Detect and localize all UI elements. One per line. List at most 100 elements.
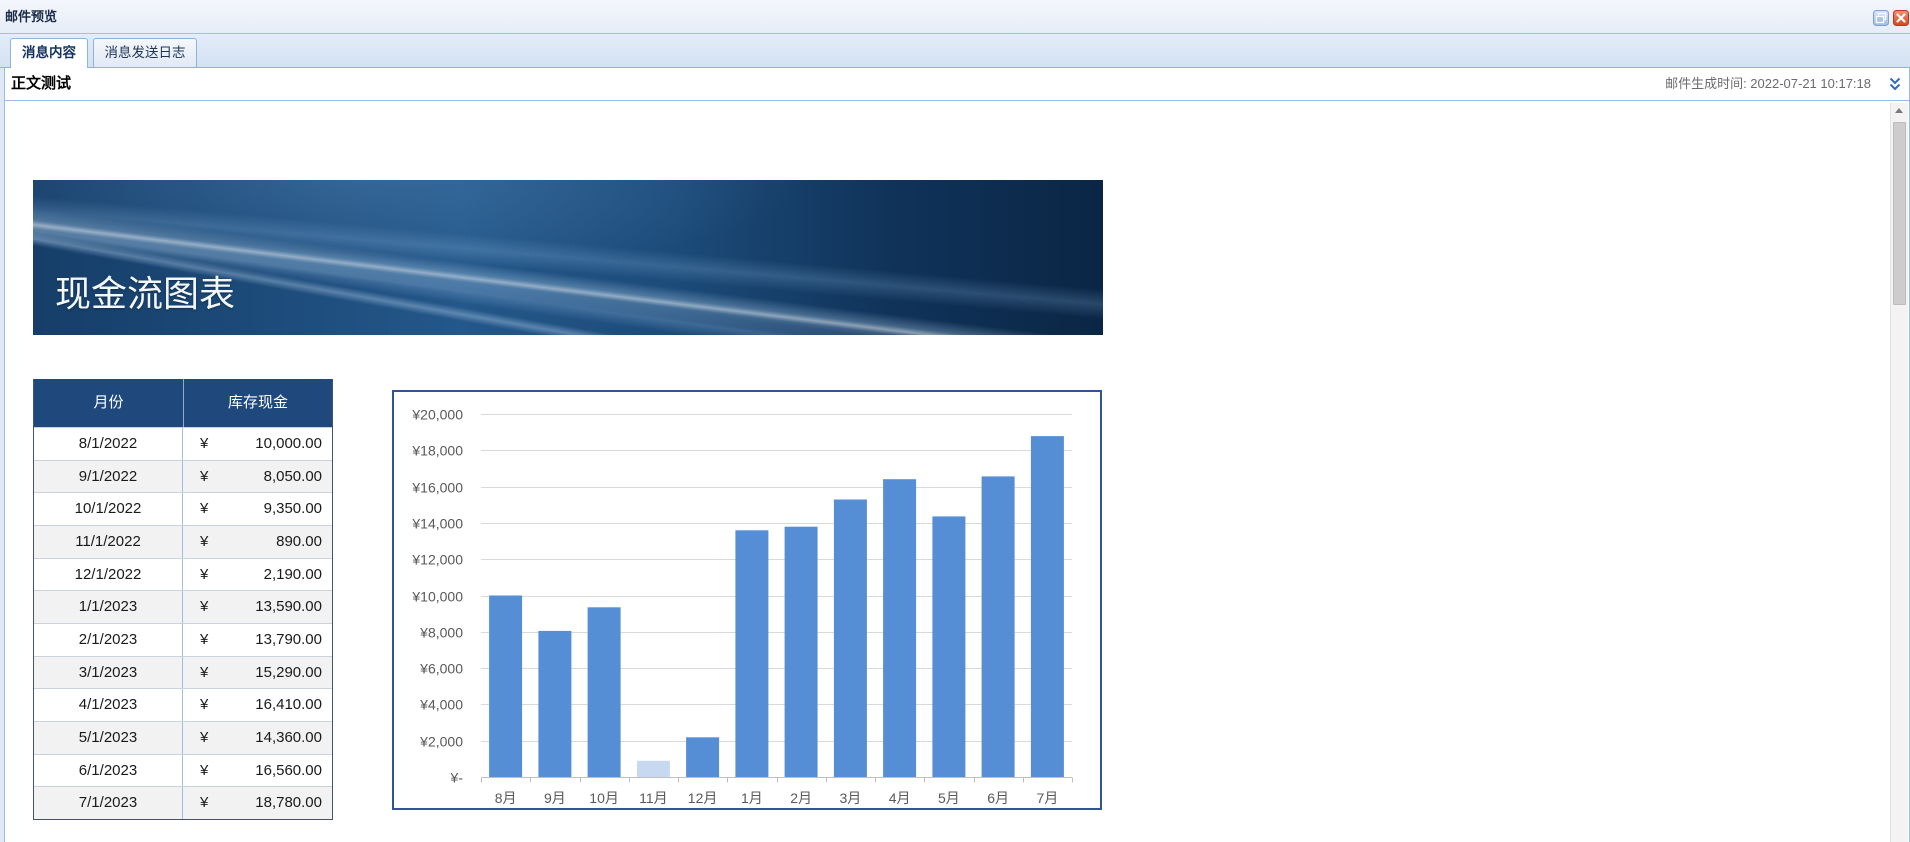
cash-amount: 8,050.00 xyxy=(263,467,322,485)
cash-flow-chart: ¥- ¥2,000 ¥4,000 ¥6,000 ¥8,000 ¥10,000 ¥12,000… xyxy=(392,390,1102,810)
tab-message-send-log[interactable]: 消息发送日志 xyxy=(93,38,197,67)
currency-symbol: ¥ xyxy=(200,598,209,616)
month-cell: 10/1/2022 xyxy=(34,493,183,525)
cash-amount: 13,590.00 xyxy=(255,598,322,616)
table-header-cash: 库存现金 xyxy=(183,379,332,427)
table-row: 4/1/2023 ¥16,410.00 xyxy=(34,688,332,721)
x-tick-label: 8月 xyxy=(495,790,517,806)
window-title-bar: 邮件预览 xyxy=(0,0,1910,34)
window-title: 邮件预览 xyxy=(5,9,58,24)
month-cell: 6/1/2023 xyxy=(34,754,183,787)
currency-symbol: ¥ xyxy=(200,435,209,452)
table-row: 8/1/2022 ¥10,000.00 xyxy=(34,427,332,460)
table-row: 5/1/2023 ¥14,360.00 xyxy=(34,720,332,754)
message-subject: 正文测试 xyxy=(11,75,72,92)
cash-cell: ¥9,350.00 xyxy=(183,493,332,525)
cash-bar xyxy=(636,760,670,777)
scroll-up-arrow-icon[interactable] xyxy=(1891,103,1908,119)
cash-bar xyxy=(538,630,572,777)
table-row: 11/1/2022 ¥890.00 xyxy=(34,524,332,558)
y-tick-label: ¥10,000 xyxy=(411,589,463,605)
message-panel: 正文测试 邮件生成时间: 2022-07-21 10:17:18 现金流图表 月… xyxy=(4,68,1910,842)
report-banner: 现金流图表 xyxy=(33,180,1103,335)
double-chevron-down-icon[interactable] xyxy=(1889,77,1901,91)
y-tick-label: ¥6,000 xyxy=(419,661,463,677)
currency-symbol: ¥ xyxy=(200,794,209,812)
message-body: 现金流图表 月份 库存现金 8/1/2022 ¥10,000.00 9/1/20… xyxy=(5,101,1909,842)
currency-symbol: ¥ xyxy=(200,728,209,746)
y-tick-label: ¥18,000 xyxy=(411,443,463,459)
x-tick-label: 7月 xyxy=(1037,790,1059,806)
close-icon[interactable] xyxy=(1893,10,1909,26)
cash-amount: 14,360.00 xyxy=(255,728,322,746)
x-tick-label: 1月 xyxy=(741,790,763,806)
month-cell: 5/1/2023 xyxy=(34,721,183,754)
currency-symbol: ¥ xyxy=(200,467,209,485)
cash-amount: 16,410.00 xyxy=(255,696,322,714)
currency-symbol: ¥ xyxy=(200,663,209,681)
cash-amount: 15,290.00 xyxy=(255,663,322,681)
cash-bar xyxy=(883,479,917,777)
table-row: 12/1/2022 ¥2,190.00 xyxy=(34,557,332,591)
cash-amount: 18,780.00 xyxy=(255,794,322,812)
table-row: 3/1/2023 ¥15,290.00 xyxy=(34,655,332,689)
scrollbar-thumb[interactable] xyxy=(1893,122,1906,305)
cash-amount: 890.00 xyxy=(276,532,322,550)
cash-cell: ¥16,410.00 xyxy=(183,689,332,721)
cash-cell: ¥18,780.00 xyxy=(183,787,332,819)
table-row: 7/1/2023 ¥18,780.00 xyxy=(34,786,332,819)
y-tick-label: ¥14,000 xyxy=(411,516,463,532)
month-cell: 3/1/2023 xyxy=(34,656,183,689)
cash-bar xyxy=(587,607,621,777)
x-tick-label: 10月 xyxy=(589,790,619,806)
tab-strip: 消息内容 消息发送日志 xyxy=(0,34,1910,68)
x-tick-label: 5月 xyxy=(938,790,960,806)
table-row: 10/1/2022 ¥9,350.00 xyxy=(34,492,332,525)
table-row: 6/1/2023 ¥16,560.00 xyxy=(34,753,332,787)
currency-symbol: ¥ xyxy=(200,630,209,648)
month-cell: 11/1/2022 xyxy=(34,525,183,558)
cash-amount: 9,350.00 xyxy=(263,500,322,518)
banner-title: 现金流图表 xyxy=(55,273,236,314)
y-tick-label: ¥8,000 xyxy=(419,625,463,641)
x-tick-label: 6月 xyxy=(987,790,1009,806)
table-header-month: 月份 xyxy=(93,394,124,411)
cash-bar xyxy=(686,737,720,777)
table-body: 8/1/2022 ¥10,000.00 9/1/2022 ¥8,050.00 1… xyxy=(34,427,332,819)
cash-cell: ¥15,290.00 xyxy=(183,657,332,689)
currency-symbol: ¥ xyxy=(200,532,209,550)
cash-cell: ¥10,000.00 xyxy=(183,428,332,460)
y-tick-label: ¥2,000 xyxy=(419,734,463,750)
x-tick-label: 12月 xyxy=(688,790,718,806)
cash-bar xyxy=(489,595,523,777)
restore-window-icon[interactable] xyxy=(1873,10,1889,26)
currency-symbol: ¥ xyxy=(200,696,209,714)
currency-symbol: ¥ xyxy=(200,761,209,779)
cash-cell: ¥13,790.00 xyxy=(183,624,332,656)
cash-cell: ¥16,560.00 xyxy=(183,755,332,787)
month-cell: 9/1/2022 xyxy=(34,460,183,493)
x-tick-label: 3月 xyxy=(840,790,862,806)
cash-bar xyxy=(833,499,867,777)
y-tick-label: ¥- xyxy=(450,770,464,786)
y-tick-label: ¥20,000 xyxy=(411,407,463,423)
vertical-scrollbar[interactable] xyxy=(1890,103,1908,842)
x-tick-label: 9月 xyxy=(544,790,566,806)
month-cell: 1/1/2023 xyxy=(34,591,183,623)
month-cell: 7/1/2023 xyxy=(34,787,183,819)
cash-amount: 16,560.00 xyxy=(255,761,322,779)
cash-bar xyxy=(784,526,818,777)
x-tick-label: 11月 xyxy=(639,790,668,806)
cash-table: 月份 库存现金 8/1/2022 ¥10,000.00 9/1/2022 ¥8,… xyxy=(33,379,333,820)
y-tick-label: ¥4,000 xyxy=(419,697,463,713)
month-cell: 2/1/2023 xyxy=(34,623,183,656)
generated-time: 邮件生成时间: 2022-07-21 10:17:18 xyxy=(1665,76,1871,91)
currency-symbol: ¥ xyxy=(200,500,209,518)
scroll-up-triangle xyxy=(1895,108,1903,113)
cash-cell: ¥14,360.00 xyxy=(183,722,332,754)
month-cell: 8/1/2022 xyxy=(34,428,183,460)
message-header: 正文测试 邮件生成时间: 2022-07-21 10:17:18 xyxy=(5,68,1909,101)
month-cell: 4/1/2023 xyxy=(34,689,183,721)
cash-bar xyxy=(735,530,769,777)
tab-message-content[interactable]: 消息内容 xyxy=(10,38,88,68)
